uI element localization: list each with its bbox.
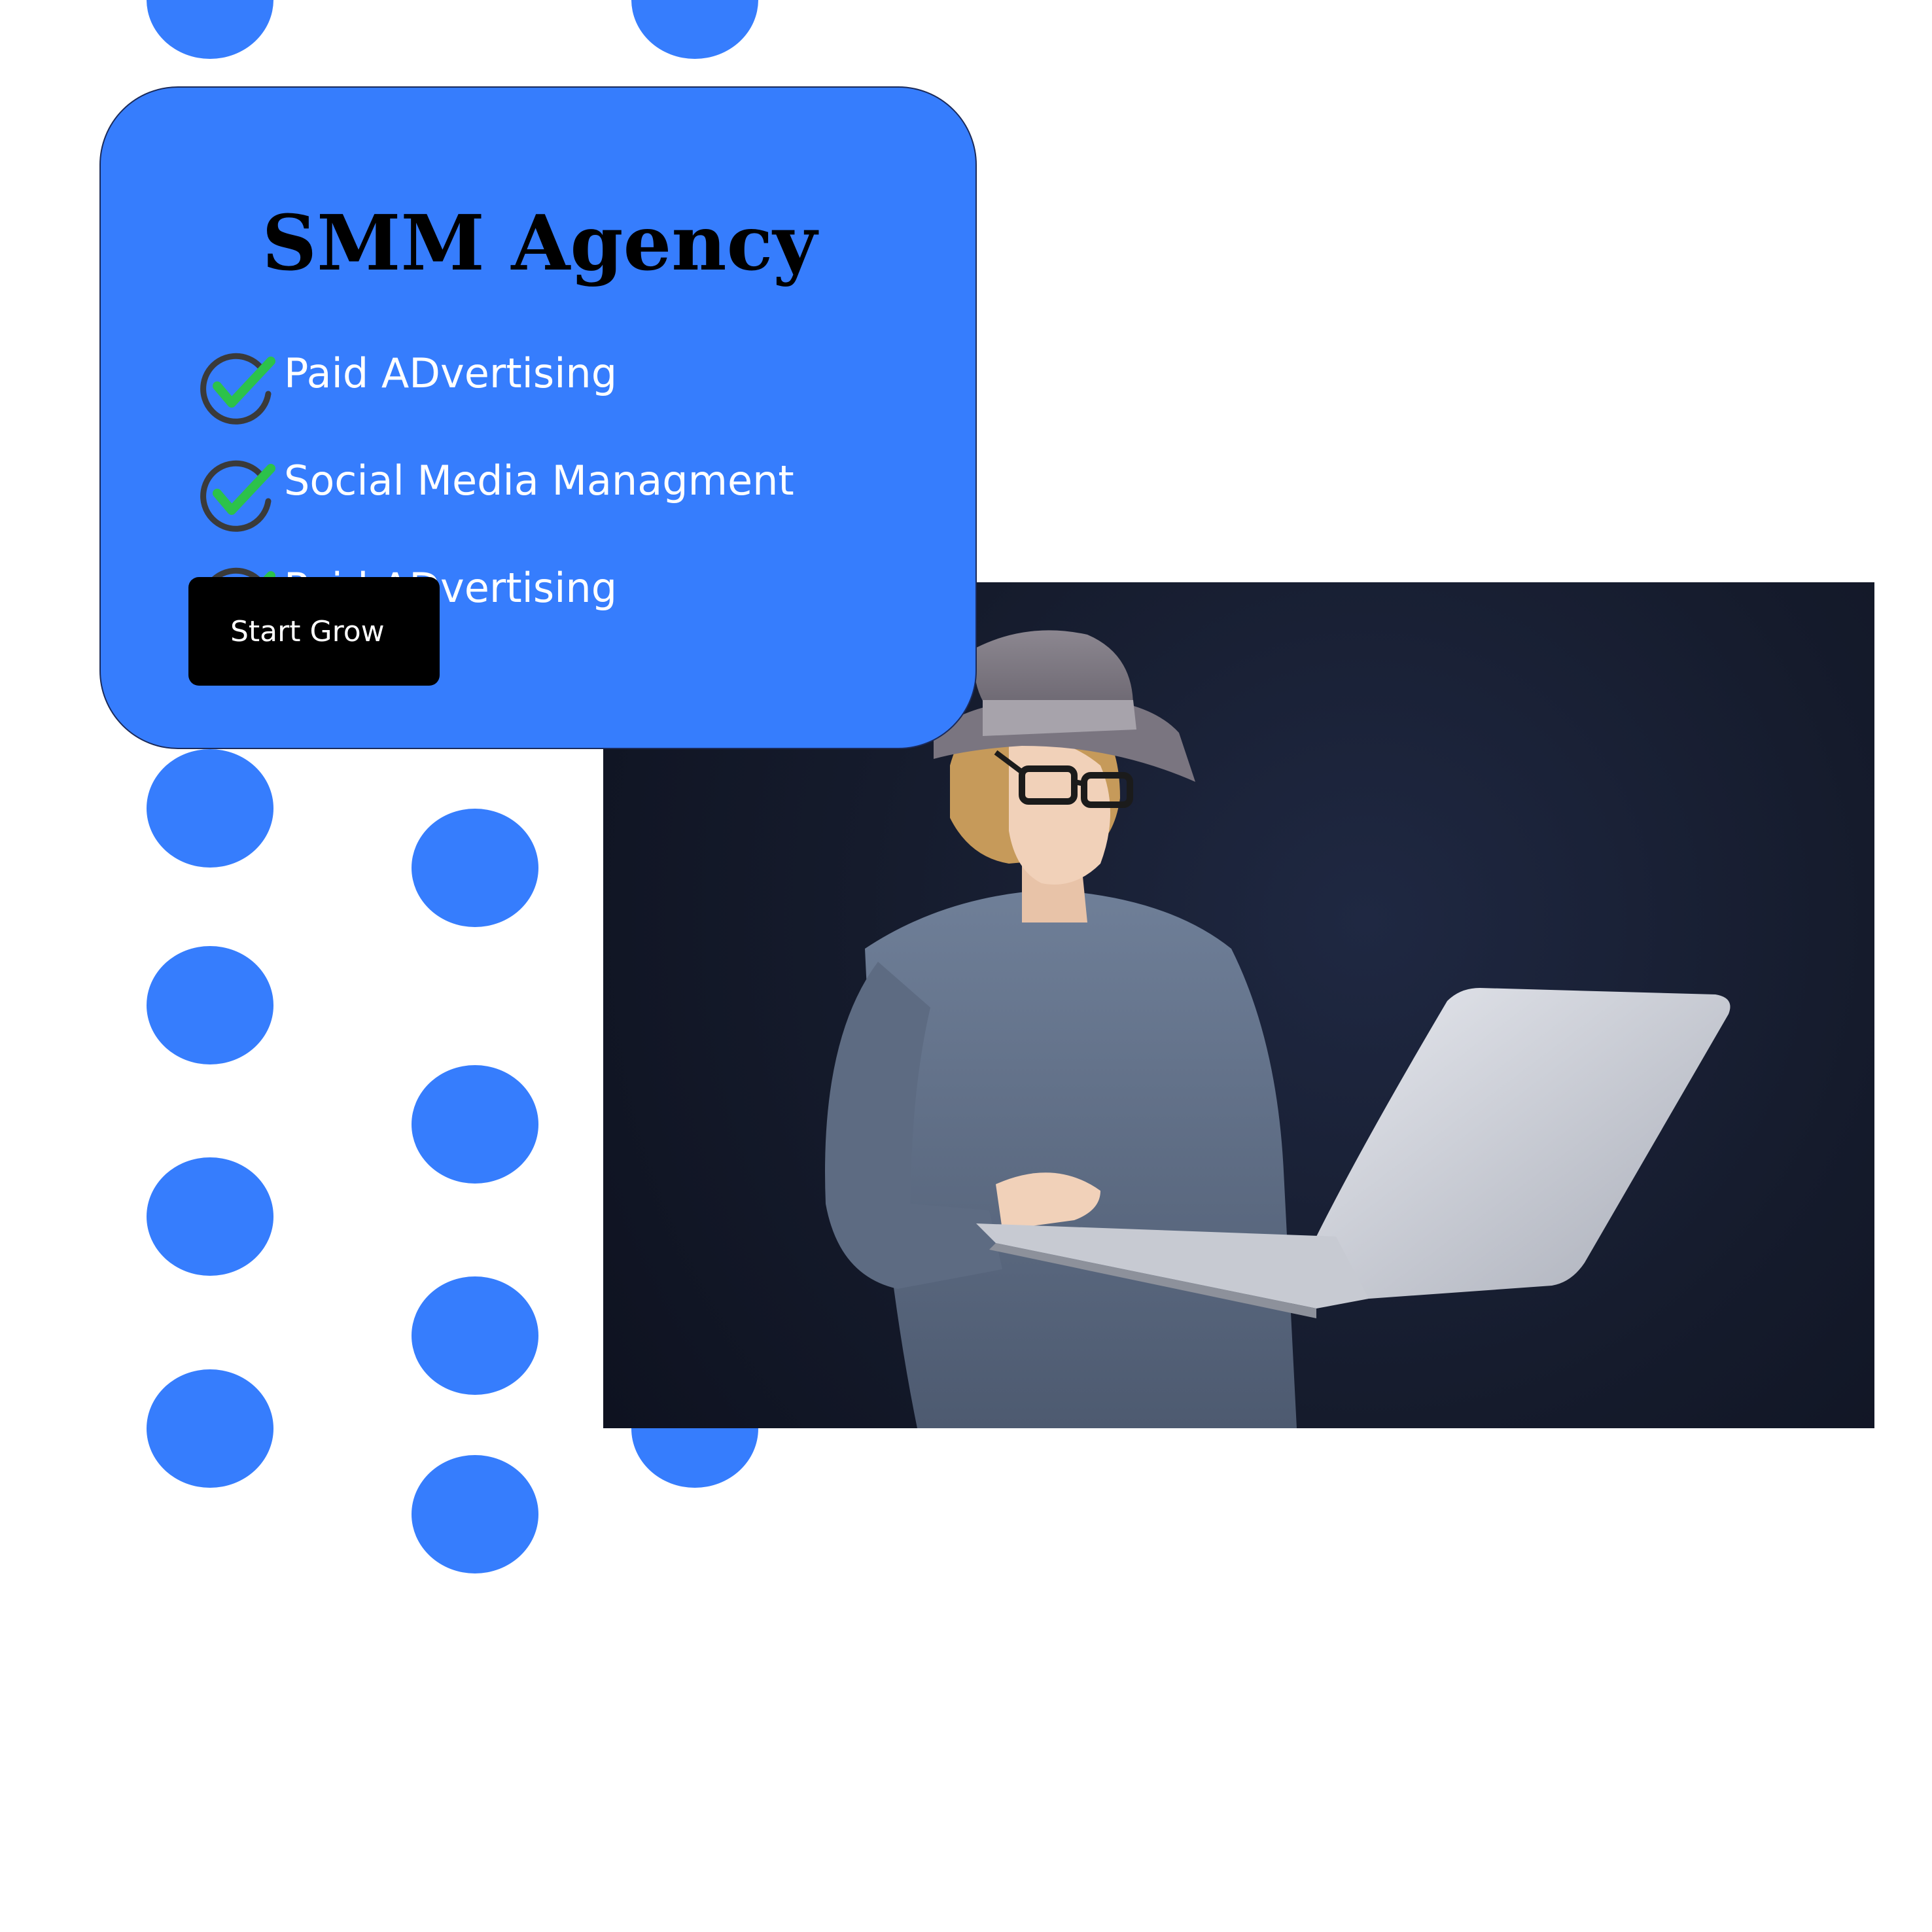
card-title: SMM Agency: [262, 199, 817, 288]
decorative-dot: [412, 1455, 538, 1573]
decorative-dot: [631, 0, 758, 59]
agency-card: SMM Agency Paid ADvertising Social Media…: [99, 86, 977, 749]
check-circle-icon: [200, 460, 275, 532]
start-grow-button[interactable]: Start Grow: [188, 577, 440, 686]
decorative-dot: [412, 809, 538, 927]
decorative-dot: [412, 1276, 538, 1395]
feature-label: Paid ADvertising: [284, 349, 618, 397]
decorative-dot: [147, 1369, 273, 1488]
check-circle-icon: [200, 353, 275, 425]
feature-item: Paid ADvertising: [198, 347, 917, 425]
decorative-dot: [147, 749, 273, 868]
decorative-dot: [412, 1065, 538, 1184]
feature-item: Social Media Managment: [198, 454, 917, 533]
decorative-dot: [147, 0, 273, 59]
feature-label: Social Media Managment: [284, 457, 794, 504]
decorative-dot: [147, 1157, 273, 1276]
decorative-dot: [147, 946, 273, 1064]
